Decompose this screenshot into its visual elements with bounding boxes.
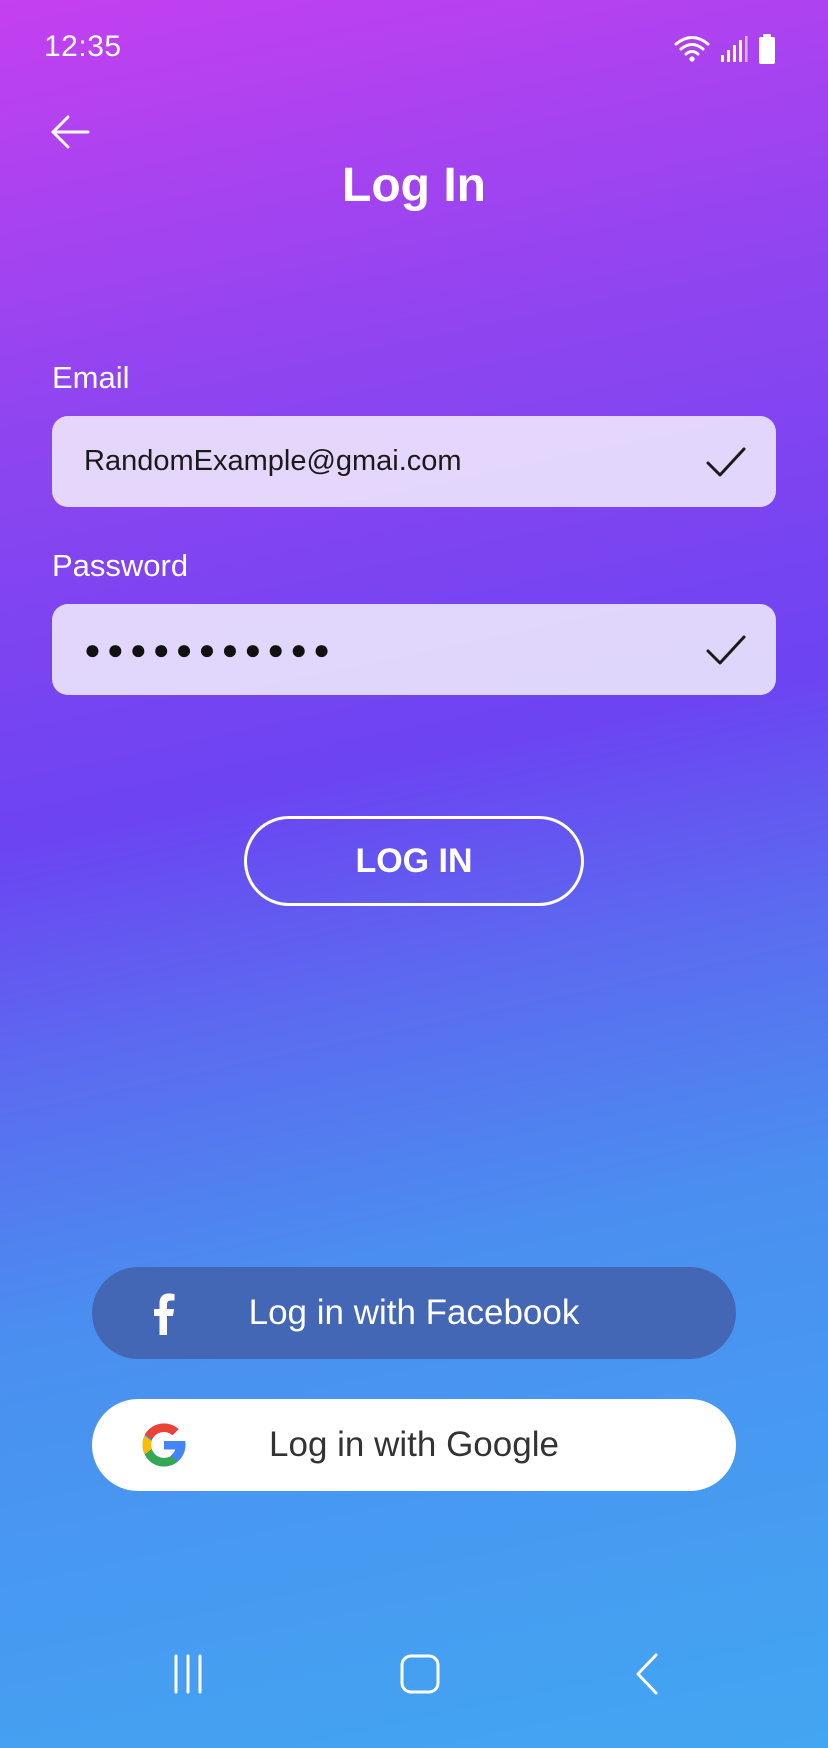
page-title: Log In: [342, 159, 486, 212]
google-login-label: Log in with Google: [269, 1425, 559, 1464]
system-nav-bar: [0, 1630, 828, 1710]
home-button[interactable]: [396, 1650, 444, 1698]
password-label: Password: [52, 548, 189, 583]
status-icons: [674, 34, 776, 64]
login-screen: 12:35 Log In Email RandomExample@gmai.co…: [0, 0, 828, 1748]
wifi-icon: [674, 36, 710, 62]
home-icon: [400, 1654, 440, 1694]
status-bar: 12:35: [0, 0, 828, 100]
signal-icon: [721, 36, 748, 62]
facebook-login-label: Log in with Facebook: [248, 1293, 580, 1332]
email-field[interactable]: RandomExample@gmai.com: [52, 416, 776, 507]
recent-apps-icon: [174, 1654, 202, 1694]
password-value: ●●●●●●●●●●●: [84, 634, 337, 665]
system-back-button[interactable]: [624, 1650, 672, 1698]
google-login-button[interactable]: Log in with Google: [92, 1399, 736, 1491]
login-button[interactable]: LOG IN: [244, 816, 584, 906]
back-button[interactable]: [48, 110, 92, 154]
check-icon: [706, 447, 746, 477]
email-label: Email: [52, 360, 130, 395]
check-icon: [706, 635, 746, 665]
recent-apps-button[interactable]: [164, 1650, 212, 1698]
back-icon: [636, 1653, 658, 1695]
password-field[interactable]: ●●●●●●●●●●●: [52, 604, 776, 695]
battery-icon: [759, 34, 775, 64]
email-value: RandomExample@gmai.com: [84, 445, 462, 477]
status-time: 12:35: [44, 30, 122, 63]
facebook-login-button[interactable]: Log in with Facebook: [92, 1267, 736, 1359]
arrow-left-icon: [51, 115, 90, 149]
